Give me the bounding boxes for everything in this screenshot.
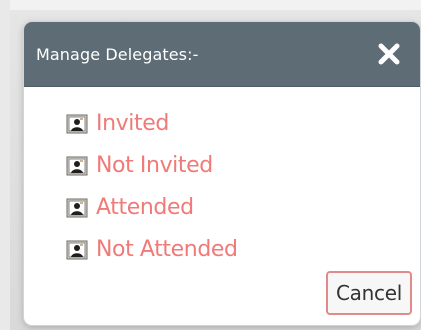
option-invited[interactable]: Invited [66,103,420,145]
option-attended-label[interactable]: Attended [96,197,194,219]
cancel-button[interactable]: Cancel [326,271,412,315]
delegate-option-list: Invited Not Invited Attended Not Attende… [66,103,420,271]
dialog-body: Invited Not Invited Attended Not Attende… [24,87,420,315]
backdrop-left-strip [0,0,10,330]
option-not-attended-label[interactable]: Not Attended [96,239,238,261]
manage-delegates-dialog: Manage Delegates:- Invited Not Invited A… [24,22,420,325]
person-picture-icon [66,197,92,219]
option-attended[interactable]: Attended [66,187,420,229]
option-invited-label[interactable]: Invited [96,113,169,135]
option-not-invited-label[interactable]: Not Invited [96,155,213,177]
close-icon [378,43,400,65]
option-not-invited[interactable]: Not Invited [66,145,420,187]
option-not-attended[interactable]: Not Attended [66,229,420,271]
dialog-header: Manage Delegates:- [24,22,420,87]
dialog-title: Manage Delegates:- [36,44,199,64]
backdrop-top-strip [0,0,421,10]
close-button[interactable] [376,41,402,67]
person-picture-icon [66,155,92,177]
person-picture-icon [66,113,92,135]
person-picture-icon [66,239,92,261]
